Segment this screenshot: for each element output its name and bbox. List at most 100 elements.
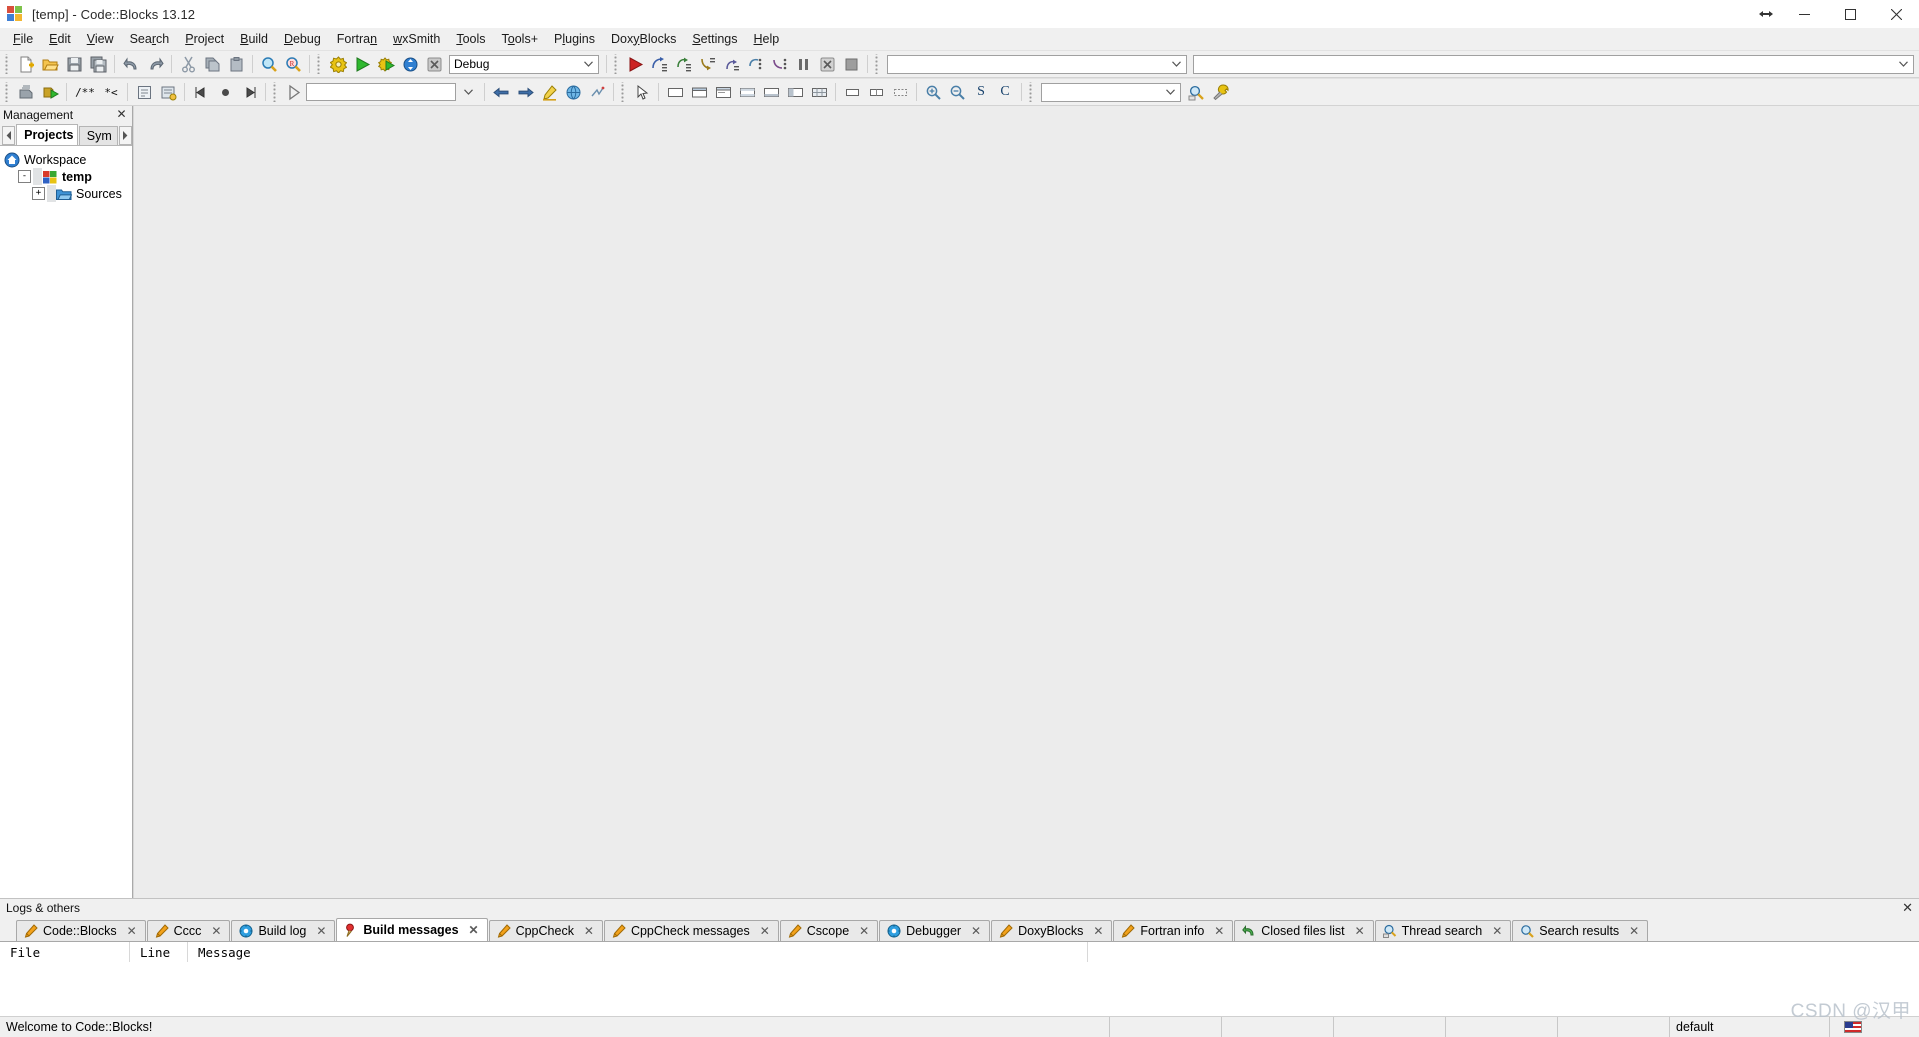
log-tab-build-log[interactable]: Build log ✕ [231, 920, 336, 941]
close-icon[interactable]: ✕ [1353, 924, 1367, 938]
tab-projects[interactable]: Projects [16, 124, 78, 145]
save-all-icon[interactable] [87, 53, 109, 75]
log-tab-code-blocks[interactable]: Code::Blocks ✕ [16, 920, 146, 941]
back-icon[interactable] [190, 81, 212, 103]
close-button[interactable] [1873, 0, 1919, 28]
spacer-icon[interactable] [889, 81, 911, 103]
log-tab-thread-search[interactable]: Thread search ✕ [1374, 920, 1512, 941]
menu-project[interactable]: Project [177, 29, 232, 50]
log-tab-cppcheck-messages[interactable]: CppCheck messages ✕ [603, 920, 779, 941]
code-completion-icon[interactable]: C [994, 81, 1016, 103]
maximize-button[interactable] [1827, 0, 1873, 28]
close-icon[interactable]: ✕ [125, 924, 139, 938]
close-icon[interactable]: ✕ [582, 924, 596, 938]
smart-indent-icon[interactable]: S [970, 81, 992, 103]
fortran-workspace-field[interactable] [306, 83, 456, 101]
menu-search[interactable]: Search [122, 29, 178, 50]
log-tab-cscope[interactable]: Cscope ✕ [779, 920, 879, 941]
tab-scroll-right-icon[interactable] [118, 126, 133, 145]
close-icon[interactable]: ✕ [857, 924, 871, 938]
menu-edit[interactable]: Edit [41, 29, 79, 50]
abort-build-icon[interactable] [423, 53, 445, 75]
nav-back-icon[interactable] [490, 81, 512, 103]
log-tab-closed-files-list[interactable]: Closed files list ✕ [1234, 920, 1374, 941]
doxyblocks-run-icon[interactable] [39, 81, 61, 103]
debug-step-into-instruction-icon[interactable] [768, 53, 790, 75]
undo-icon[interactable] [120, 53, 142, 75]
sizer-icon[interactable] [865, 81, 887, 103]
symbols-browser-combo[interactable] [1041, 82, 1181, 102]
menu-help[interactable]: Help [746, 29, 788, 50]
toolbar-grip[interactable] [4, 82, 11, 102]
toolbar-grip[interactable] [272, 82, 279, 102]
tree-item-workspace[interactable]: Workspace [0, 151, 132, 168]
us-flag-icon[interactable] [1830, 1017, 1870, 1037]
paste-icon[interactable] [225, 53, 247, 75]
comment-block-icon[interactable]: /** [72, 81, 98, 103]
log-tab-doxyblocks[interactable]: DoxyBlocks ✕ [991, 920, 1113, 941]
toolbar-grip[interactable] [620, 82, 627, 102]
log-tab-cccc[interactable]: Cccc ✕ [146, 920, 231, 941]
log-tab-fortran-info[interactable]: Fortran info ✕ [1113, 920, 1234, 941]
doxyblocks-wizard-icon[interactable] [157, 81, 179, 103]
doxyblocks-config-icon[interactable] [133, 81, 155, 103]
box-icon[interactable] [841, 81, 863, 103]
menu-tools[interactable]: Tools [448, 29, 493, 50]
statusbar-icon[interactable] [760, 81, 782, 103]
close-icon[interactable]: ✕ [969, 924, 983, 938]
close-icon[interactable]: ✕ [115, 107, 128, 121]
translate-icon[interactable] [562, 81, 584, 103]
menu-doxyblocks[interactable]: DoxyBlocks [603, 29, 684, 50]
column-header-line[interactable]: Line [130, 942, 188, 962]
copy-icon[interactable] [201, 53, 223, 75]
menu-build[interactable]: Build [232, 29, 276, 50]
find-declaration-icon[interactable] [1185, 81, 1207, 103]
log-tab-build-messages[interactable]: Build messages ✕ [336, 918, 488, 941]
highlight-icon[interactable] [538, 81, 560, 103]
close-icon[interactable]: ✕ [314, 924, 328, 938]
close-icon[interactable]: ✕ [1490, 924, 1504, 938]
debug-next-instruction-icon[interactable] [744, 53, 766, 75]
debug-watches-combo[interactable] [887, 54, 1187, 74]
menu-debug[interactable]: Debug [276, 29, 329, 50]
toolbar-grip[interactable] [316, 54, 323, 74]
menubar-icon[interactable] [784, 81, 806, 103]
log-tab-debugger[interactable]: Debugger ✕ [879, 920, 991, 941]
toolbar-grip[interactable] [874, 54, 881, 74]
log-tab-search-results[interactable]: Search results ✕ [1512, 920, 1649, 941]
menu-view[interactable]: View [79, 29, 122, 50]
debug-next-line-icon[interactable] [672, 53, 694, 75]
minimize-button[interactable] [1781, 0, 1827, 28]
debug-step-out-icon[interactable] [720, 53, 742, 75]
debug-break-icon[interactable] [792, 53, 814, 75]
debug-info-icon[interactable] [840, 53, 862, 75]
grid-icon[interactable] [808, 81, 830, 103]
compare-icon[interactable] [586, 81, 608, 103]
frame-icon[interactable] [712, 81, 734, 103]
build-target-combo[interactable]: Debug [449, 54, 599, 74]
debug-stop-icon[interactable] [816, 53, 838, 75]
new-file-icon[interactable] [15, 53, 37, 75]
close-icon[interactable]: ✕ [758, 924, 772, 938]
tab-scroll-left-icon[interactable] [2, 126, 16, 145]
comment-stream-icon[interactable]: *< [100, 81, 122, 103]
column-header-message[interactable]: Message [188, 942, 1088, 962]
toolbar-grip[interactable] [4, 54, 11, 74]
nav-forward-icon[interactable] [514, 81, 536, 103]
close-icon[interactable]: ✕ [1902, 900, 1913, 916]
menu-wxsmith[interactable]: wxSmith [385, 29, 448, 50]
tree-item-temp[interactable]: - temp [0, 168, 132, 185]
rebuild-icon[interactable] [399, 53, 421, 75]
panel-icon[interactable] [664, 81, 686, 103]
close-icon[interactable]: ✕ [1627, 924, 1641, 938]
secondary-combo[interactable] [1193, 54, 1914, 74]
goto-icon[interactable] [283, 81, 305, 103]
tab-sym[interactable]: Sym [78, 126, 118, 145]
editor-area[interactable] [133, 106, 1919, 898]
project-tree[interactable]: Workspace - temp + Sources [0, 145, 132, 898]
find-icon[interactable] [258, 53, 280, 75]
resize-handle-icon[interactable] [1751, 0, 1781, 28]
zoom-out-icon[interactable] [946, 81, 968, 103]
record-icon[interactable] [214, 81, 236, 103]
zoom-in-icon[interactable] [922, 81, 944, 103]
